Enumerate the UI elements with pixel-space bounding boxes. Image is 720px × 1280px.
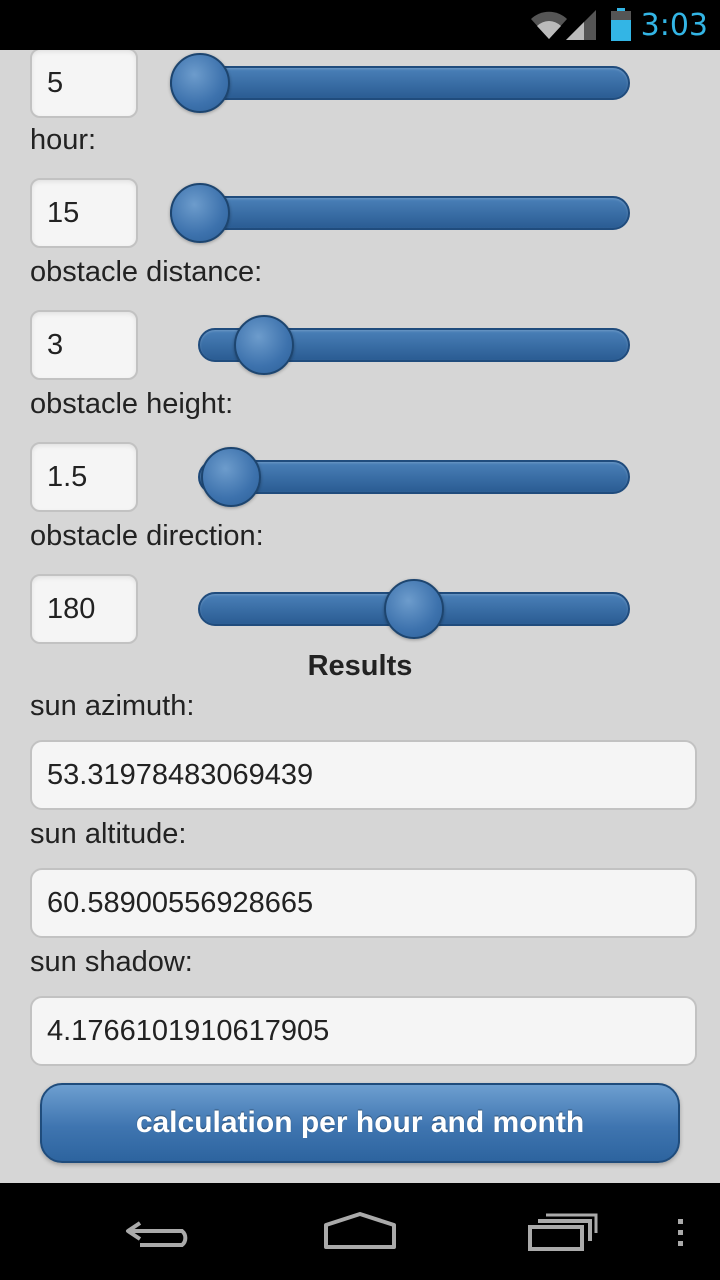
sun-azimuth-label: sun azimuth:	[30, 690, 195, 722]
menu-overflow-icon[interactable]	[660, 1183, 700, 1280]
signal-icon	[566, 10, 596, 40]
slider-thumb-1[interactable]	[170, 53, 230, 113]
input-row-obstacle-height: 1.5	[30, 442, 630, 512]
results-title: Results	[307, 650, 413, 682]
obstacle-height-label: obstacle height:	[30, 388, 234, 420]
recent-apps-icon[interactable]	[510, 1183, 610, 1280]
home-icon[interactable]	[310, 1183, 410, 1280]
slider-track-1[interactable]	[170, 66, 630, 100]
wifi-icon	[531, 11, 567, 39]
input-row-obstacle-direction: 180	[30, 574, 630, 644]
hour-slider-track[interactable]	[170, 196, 630, 230]
calculation-button[interactable]: calculation per hour and month	[40, 1083, 680, 1163]
input-row-1: 5	[30, 50, 630, 118]
sun-shadow-label: sun shadow:	[30, 946, 193, 978]
sun-azimuth-field[interactable]: 53.31978483069439	[30, 740, 697, 810]
hour-slider-thumb[interactable]	[170, 183, 230, 243]
obstacle-direction-label: obstacle direction:	[30, 520, 264, 552]
battery-icon	[611, 8, 631, 41]
value-input-1[interactable]: 5	[30, 50, 138, 118]
sun-altitude-label: sun altitude:	[30, 818, 187, 850]
sun-altitude-field[interactable]: 60.58900556928665	[30, 868, 697, 938]
back-icon[interactable]	[110, 1183, 210, 1280]
hour-label: hour:	[30, 124, 97, 156]
obstacle-height-slider-track[interactable]	[198, 460, 630, 494]
input-row-obstacle-distance: 3	[30, 310, 630, 380]
main-content: 5 hour: 15 obstacle distance: 3 obstacle…	[0, 50, 720, 1183]
obstacle-distance-label: obstacle distance:	[30, 256, 263, 288]
sun-shadow-field[interactable]: 4.176610191061790​5	[30, 996, 697, 1066]
status-bar: 3:03	[0, 0, 720, 50]
hour-input[interactable]: 15	[30, 178, 138, 248]
status-time: 3:03	[640, 8, 708, 43]
obstacle-height-slider-thumb[interactable]	[201, 447, 261, 507]
input-row-hour: 15	[30, 178, 630, 248]
obstacle-direction-input[interactable]: 180	[30, 574, 138, 644]
obstacle-height-input[interactable]: 1.5	[30, 442, 138, 512]
obstacle-distance-input[interactable]: 3	[30, 310, 138, 380]
obstacle-direction-slider-thumb[interactable]	[384, 579, 444, 639]
obstacle-distance-slider-thumb[interactable]	[234, 315, 294, 375]
navigation-bar	[0, 1183, 720, 1280]
